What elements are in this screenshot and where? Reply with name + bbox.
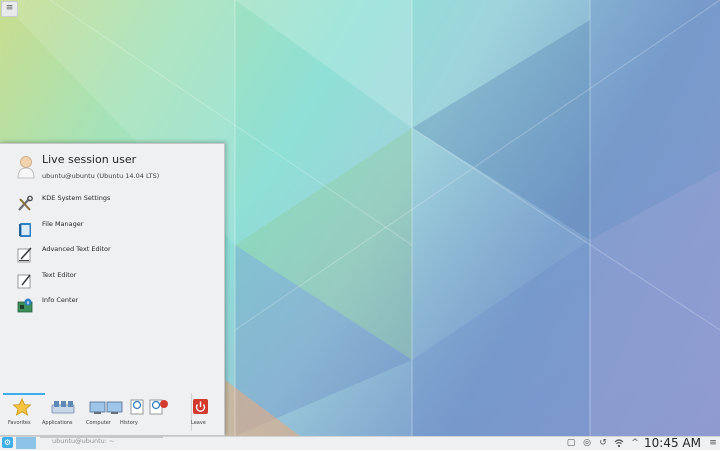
tab-label: Leave [191, 420, 206, 426]
power-icon [193, 399, 208, 414]
virtual-desktop-pager[interactable] [16, 437, 36, 449]
panel-options-icon[interactable]: ≡ [708, 438, 718, 448]
tab-favorites[interactable]: Favorites [4, 398, 42, 430]
tab-leave[interactable]: Leave [190, 398, 212, 430]
favorite-label: KDE System Settings [42, 194, 111, 202]
favorite-advanced-text-editor[interactable]: Advanced Text Editor [0, 244, 225, 268]
text-editor-icon [17, 274, 31, 289]
user-host: ubuntu@ubuntu (Ubuntu 14.04 LTS) [42, 172, 160, 180]
tab-label: Favorites [8, 420, 31, 426]
applications-icon [51, 401, 75, 414]
tab-label: Applications [42, 420, 73, 426]
advanced-editor-icon [17, 247, 32, 263]
tab-label: History [120, 420, 138, 426]
application-launcher-button[interactable]: ⚙ [2, 437, 13, 448]
favorite-label: Info Center [42, 296, 79, 304]
favorite-label: Advanced Text Editor [42, 245, 111, 253]
tab-label: Computer [86, 420, 111, 426]
digital-clock[interactable]: 10:45 AM [644, 436, 701, 450]
expand-tray-icon[interactable]: ^ [630, 438, 640, 448]
user-name: Live session user [42, 153, 137, 166]
tools-icon [18, 195, 33, 211]
favorite-file-manager[interactable]: File Manager [0, 219, 225, 243]
folder-icon [19, 223, 31, 237]
taskbar-item-label: ubuntu@ubuntu: ~ [52, 437, 115, 445]
favorite-info-center[interactable]: Info Center [0, 295, 225, 319]
power-management-icon[interactable]: ◎ [582, 438, 592, 448]
tab-applications[interactable]: Applications [42, 398, 82, 430]
clipboard-icon[interactable]: ▢ [566, 438, 576, 448]
wifi-icon[interactable] [614, 438, 624, 448]
active-tab-indicator [3, 393, 45, 395]
tab-history[interactable]: History [120, 398, 172, 430]
hamburger-icon: ≡ [5, 3, 14, 13]
desktop-toolbox-button[interactable]: ≡ [1, 1, 18, 17]
device-notifier-icon[interactable]: ↺ [598, 438, 608, 448]
star-icon [12, 398, 32, 416]
favorite-kde-system-settings[interactable]: KDE System Settings [0, 193, 225, 217]
user-avatar-icon [17, 156, 35, 179]
kde-logo-icon: ⚙ [3, 438, 12, 447]
computer-icon [89, 401, 123, 414]
history-icon [130, 399, 168, 415]
info-icon [17, 298, 33, 313]
favorite-label: File Manager [42, 220, 84, 228]
favorite-text-editor[interactable]: Text Editor [0, 270, 225, 294]
favorite-label: Text Editor [42, 271, 77, 279]
